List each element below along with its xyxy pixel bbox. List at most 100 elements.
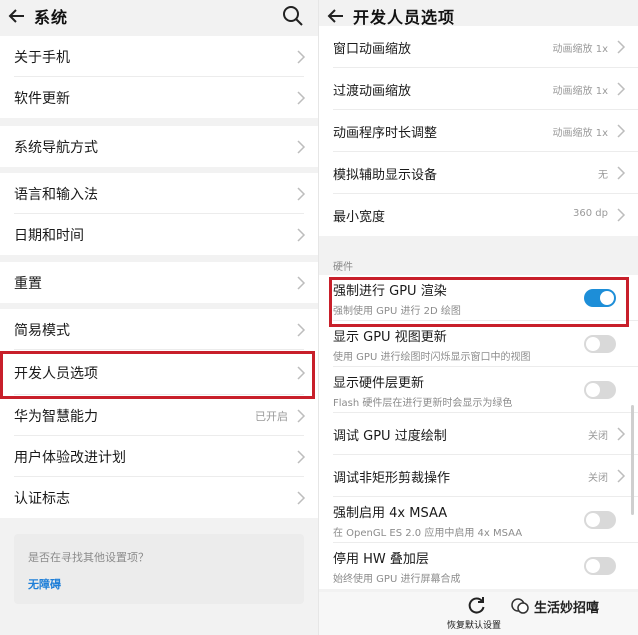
settings-item-disable-hw-overlays[interactable]: 停用 HW 叠加层 始终使用 GPU 进行屏幕合成 xyxy=(319,543,638,589)
section-header-hardware: 硬件 xyxy=(333,262,353,273)
hint-question: 是否在寻找其他设置项？ xyxy=(28,551,149,564)
settings-item-window-animation[interactable]: 窗口动画缩放 动画缩放 1x xyxy=(319,26,638,68)
chevron-right-icon xyxy=(296,49,306,64)
scrollbar[interactable] xyxy=(631,405,634,515)
chevron-right-icon xyxy=(296,322,306,337)
settings-item-hw-layer-updates[interactable]: 显示硬件层更新 Flash 硬件层在进行更新时会显示为绿色 xyxy=(319,367,638,413)
settings-item-software-update[interactable]: 软件更新 xyxy=(0,77,318,118)
settings-item-smallest-width[interactable]: 最小宽度 360 dp xyxy=(319,194,638,236)
settings-item-transition-animation[interactable]: 过渡动画缩放 动画缩放 1x xyxy=(319,68,638,110)
settings-item-gpu-overdraw[interactable]: 调试 GPU 过度绘制 关闭 xyxy=(319,413,638,455)
item-label: 关于手机 xyxy=(14,49,70,66)
settings-item-language-input[interactable]: 语言和输入法 xyxy=(0,173,318,214)
chevron-right-icon xyxy=(616,427,626,441)
developer-options-panel: 开发人员选项 窗口动画缩放 动画缩放 1x 过渡动画缩放 动画缩放 1x 动画程序时… xyxy=(319,0,638,635)
settings-group-animation: 窗口动画缩放 动画缩放 1x 过渡动画缩放 动画缩放 1x 动画程序时长调整 动画缩放… xyxy=(319,26,638,236)
force-gpu-toggle[interactable] xyxy=(584,289,616,307)
item-label: 系统导航方式 xyxy=(14,139,98,156)
settings-group-about: 关于手机 软件更新 xyxy=(0,36,318,118)
item-value: 动画缩放 1x xyxy=(552,86,608,97)
settings-item-reset[interactable]: 重置 xyxy=(0,262,318,303)
back-arrow-icon xyxy=(8,9,24,23)
item-label: 强制启用 4x MSAA xyxy=(333,505,448,521)
item-label: 停用 HW 叠加层 xyxy=(333,551,429,567)
item-subtitle: 使用 GPU 进行绘图时闪烁显示窗口中的视图 xyxy=(333,351,531,363)
item-label: 最小宽度 xyxy=(333,209,386,225)
chevron-right-icon xyxy=(616,40,626,54)
item-label: 动画程序时长调整 xyxy=(333,125,438,141)
gpu-view-updates-toggle[interactable] xyxy=(584,335,616,353)
reset-icon[interactable] xyxy=(467,595,487,615)
item-label: 窗口动画缩放 xyxy=(333,41,412,57)
item-label: 强制进行 GPU 渲染 xyxy=(333,283,447,299)
settings-group-hardware: 强制进行 GPU 渲染 强制使用 GPU 进行 2D 绘图 显示 GPU 视图更新… xyxy=(319,275,638,589)
top-bar: 系统 xyxy=(0,0,318,32)
item-label: 日期和时间 xyxy=(14,227,84,244)
page-title: 系统 xyxy=(34,8,69,27)
settings-item-simple-mode[interactable]: 简易模式 xyxy=(0,309,318,350)
reset-defaults-button[interactable]: 恢复默认设置 xyxy=(447,618,501,631)
back-button[interactable] xyxy=(0,0,34,32)
back-arrow-icon xyxy=(327,9,343,23)
settings-item-animator-duration[interactable]: 动画程序时长调整 动画缩放 1x xyxy=(319,110,638,152)
item-label: 软件更新 xyxy=(14,90,70,107)
settings-item-simulate-display[interactable]: 模拟辅助显示设备 无 xyxy=(319,152,638,194)
item-subtitle: Flash 硬件层在进行更新时会显示为绿色 xyxy=(333,397,513,409)
system-settings-panel: 系统 关于手机 软件更新 系统导航方式 语言和输入法 日期和时间 重置 简易模式… xyxy=(0,0,318,635)
hw-layer-updates-toggle[interactable] xyxy=(584,381,616,399)
chevron-right-icon xyxy=(296,365,306,380)
settings-item-huawei-intelligence[interactable]: 华为智慧能力 已开启 xyxy=(0,395,318,436)
settings-item-user-experience[interactable]: 用户体验改进计划 xyxy=(0,436,318,477)
item-label: 调试非矩形剪裁操作 xyxy=(333,470,451,486)
chevron-right-icon xyxy=(616,82,626,96)
watermark: 生活妙招嘻 xyxy=(510,596,599,616)
settings-group-navigation: 系统导航方式 xyxy=(0,126,318,167)
item-label: 显示 GPU 视图更新 xyxy=(333,329,447,345)
chevron-right-icon xyxy=(296,408,306,423)
item-label: 重置 xyxy=(14,275,42,292)
item-label: 过渡动画缩放 xyxy=(333,83,412,99)
settings-item-certification[interactable]: 认证标志 xyxy=(0,477,318,518)
item-label: 开发人员选项 xyxy=(14,365,98,382)
item-value: 关闭 xyxy=(588,431,608,442)
settings-item-about-phone[interactable]: 关于手机 xyxy=(0,36,318,77)
item-label: 显示硬件层更新 xyxy=(333,375,425,391)
item-value: 动画缩放 1x xyxy=(552,128,608,139)
settings-item-non-rect-clip[interactable]: 调试非矩形剪裁操作 关闭 xyxy=(319,455,638,497)
item-label: 用户体验改进计划 xyxy=(14,449,126,466)
item-value: 关闭 xyxy=(588,473,608,484)
chevron-right-icon xyxy=(616,208,626,222)
settings-item-developer-options[interactable]: 开发人员选项 xyxy=(0,350,318,395)
item-value: 360 dp xyxy=(573,208,608,219)
watermark-text: 生活妙招嘻 xyxy=(534,600,600,616)
wechat-icon xyxy=(511,598,529,614)
chevron-right-icon xyxy=(296,449,306,464)
force-msaa-toggle[interactable] xyxy=(584,511,616,529)
item-label: 简易模式 xyxy=(14,322,70,339)
chevron-right-icon xyxy=(296,139,306,154)
chevron-right-icon xyxy=(616,124,626,138)
disable-hw-overlays-toggle[interactable] xyxy=(584,557,616,575)
item-label: 调试 GPU 过度绘制 xyxy=(333,428,447,444)
settings-group-reset: 重置 xyxy=(0,262,318,303)
chevron-right-icon xyxy=(296,186,306,201)
settings-item-force-gpu[interactable]: 强制进行 GPU 渲染 强制使用 GPU 进行 2D 绘图 xyxy=(319,275,638,321)
search-icon[interactable] xyxy=(282,5,304,27)
settings-item-force-msaa[interactable]: 强制启用 4x MSAA 在 OpenGL ES 2.0 应用中启用 4x MSA… xyxy=(319,497,638,543)
item-subtitle: 在 OpenGL ES 2.0 应用中启用 4x MSAA xyxy=(333,527,523,539)
chevron-right-icon xyxy=(616,166,626,180)
settings-group-advanced: 简易模式 开发人员选项 华为智慧能力 已开启 用户体验改进计划 认证标志 xyxy=(0,309,318,518)
item-label: 语言和输入法 xyxy=(14,186,98,203)
chevron-right-icon xyxy=(296,90,306,105)
settings-group-language: 语言和输入法 日期和时间 xyxy=(0,173,318,255)
item-value: 无 xyxy=(598,170,608,181)
item-label: 模拟辅助显示设备 xyxy=(333,167,438,183)
settings-item-date-time[interactable]: 日期和时间 xyxy=(0,214,318,255)
accessibility-link[interactable]: 无障碍 xyxy=(28,576,61,592)
item-label: 认证标志 xyxy=(14,490,70,507)
chevron-right-icon xyxy=(296,490,306,505)
settings-item-gpu-view-updates[interactable]: 显示 GPU 视图更新使用 GPU 进行绘图时闪烁显示窗口中的视图 xyxy=(319,321,638,367)
item-label: 华为智慧能力 xyxy=(14,408,98,425)
chevron-right-icon xyxy=(616,469,626,483)
settings-item-system-navigation[interactable]: 系统导航方式 xyxy=(0,126,318,167)
